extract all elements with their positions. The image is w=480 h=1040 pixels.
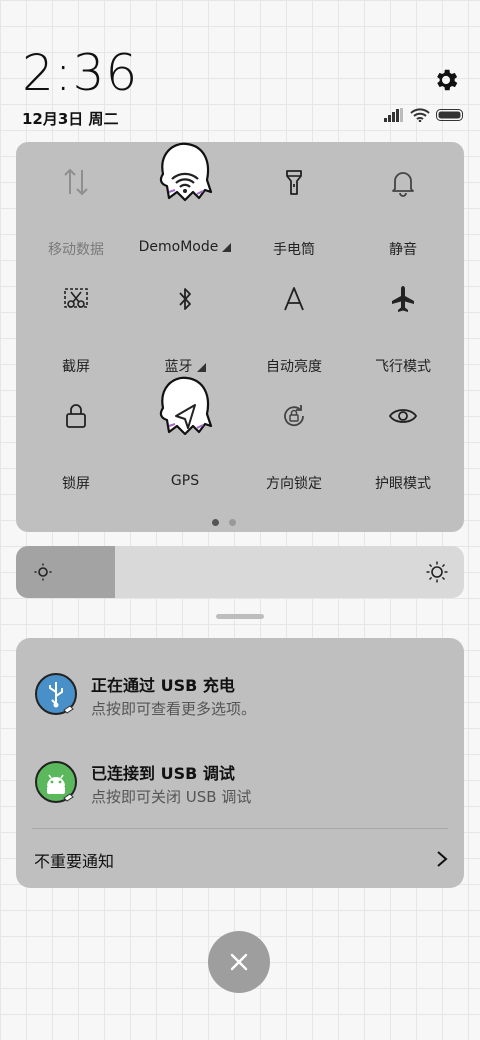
tile-scissors[interactable]: 截屏 bbox=[21, 259, 131, 375]
lock-icon bbox=[66, 404, 86, 428]
cellular-signal-icon bbox=[384, 108, 403, 122]
airplane-icon bbox=[392, 286, 414, 312]
tile-label: DemoMode bbox=[130, 239, 240, 255]
tile-rotation-lock[interactable]: 方向锁定 bbox=[239, 376, 349, 492]
android-icon bbox=[35, 761, 77, 803]
tile-label: GPS bbox=[170, 473, 200, 489]
tile-label: 截屏 bbox=[62, 359, 90, 375]
tile-label: 飞行模式 bbox=[375, 359, 431, 375]
bell-icon bbox=[392, 172, 414, 197]
wifi-icon bbox=[171, 172, 199, 193]
notification-title: 正在通过 USB 充电 bbox=[91, 676, 235, 695]
quick-settings-panel: 移动数据 DemoMode 手电筒 静音截屏 蓝牙 自动亮度 飞行模式锁屏 GPS 方向锁定 护眼… bbox=[16, 142, 464, 532]
bluetooth-icon bbox=[179, 288, 191, 310]
wifi-status-icon bbox=[410, 108, 430, 122]
divider bbox=[32, 828, 448, 829]
unimportant-notifications-row[interactable]: 不重要通知 bbox=[16, 838, 464, 882]
rotation-lock-icon bbox=[284, 405, 304, 427]
drag-handle[interactable] bbox=[216, 614, 264, 619]
unimportant-notifications-label: 不重要通知 bbox=[34, 852, 115, 871]
tile-label: 自动亮度 bbox=[266, 359, 322, 375]
page-dot-1 bbox=[212, 519, 219, 526]
notification-usb-charging[interactable]: 正在通过 USB 充电 点按即可查看更多选项。 bbox=[16, 668, 464, 728]
tile-label: 护眼模式 bbox=[375, 476, 431, 492]
tile-flashlight[interactable]: 手电筒 bbox=[239, 142, 349, 258]
mobile-data-icon bbox=[64, 168, 88, 196]
tile-auto-brightness[interactable]: 自动亮度 bbox=[239, 259, 349, 375]
tile-lock[interactable]: 锁屏 bbox=[21, 376, 131, 492]
settings-gear-icon[interactable] bbox=[432, 66, 460, 94]
tile-label: 移动数据 bbox=[48, 242, 104, 258]
chevron-right-icon bbox=[437, 851, 448, 867]
tile-label: 手电筒 bbox=[273, 242, 315, 258]
page-dot-2 bbox=[229, 519, 236, 526]
tile-label: 锁屏 bbox=[62, 476, 90, 492]
clear-all-button[interactable] bbox=[208, 931, 270, 993]
tile-mobile-data[interactable]: 移动数据 bbox=[21, 142, 131, 258]
tile-navigation-arrow[interactable]: GPS bbox=[130, 376, 240, 489]
clock-time: 2:36 bbox=[22, 44, 139, 102]
notification-title: 已连接到 USB 调试 bbox=[91, 764, 235, 783]
tile-label: 方向锁定 bbox=[266, 476, 322, 492]
brightness-high-icon bbox=[426, 561, 448, 583]
brightness-fill bbox=[16, 546, 115, 598]
date-label: 12月3日 周二 bbox=[22, 110, 119, 128]
notification-subtitle: 点按即可关闭 USB 调试 bbox=[91, 788, 252, 806]
flashlight-icon bbox=[286, 170, 302, 195]
tile-airplane[interactable]: 飞行模式 bbox=[348, 259, 458, 375]
tile-label: 静音 bbox=[389, 242, 417, 258]
notification-usb-debugging[interactable]: 已连接到 USB 调试 点按即可关闭 USB 调试 bbox=[16, 756, 464, 816]
brightness-slider[interactable] bbox=[16, 546, 464, 598]
eye-icon bbox=[388, 409, 418, 423]
battery-icon bbox=[436, 109, 463, 121]
tile-label: 蓝牙 bbox=[130, 356, 240, 376]
notification-panel: 正在通过 USB 充电 点按即可查看更多选项。 已连接到 USB 调试 点按即可… bbox=[16, 638, 464, 888]
tile-eye[interactable]: 护眼模式 bbox=[348, 376, 458, 492]
status-bar-icons bbox=[384, 108, 464, 122]
expand-triangle-icon bbox=[222, 243, 232, 252]
page-indicator bbox=[212, 519, 236, 526]
tile-wifi[interactable]: DemoMode bbox=[130, 142, 240, 255]
brightness-low-icon bbox=[34, 563, 52, 581]
auto-brightness-icon bbox=[284, 287, 304, 311]
scissors-icon bbox=[64, 288, 88, 308]
usb-icon bbox=[35, 673, 77, 715]
tile-bluetooth[interactable]: 蓝牙 bbox=[130, 259, 240, 375]
navigation-arrow-icon bbox=[175, 404, 196, 429]
close-icon bbox=[230, 953, 248, 971]
tile-bell[interactable]: 静音 bbox=[348, 142, 458, 258]
expand-triangle-icon bbox=[196, 363, 206, 372]
notification-subtitle: 点按即可查看更多选项。 bbox=[91, 700, 257, 718]
